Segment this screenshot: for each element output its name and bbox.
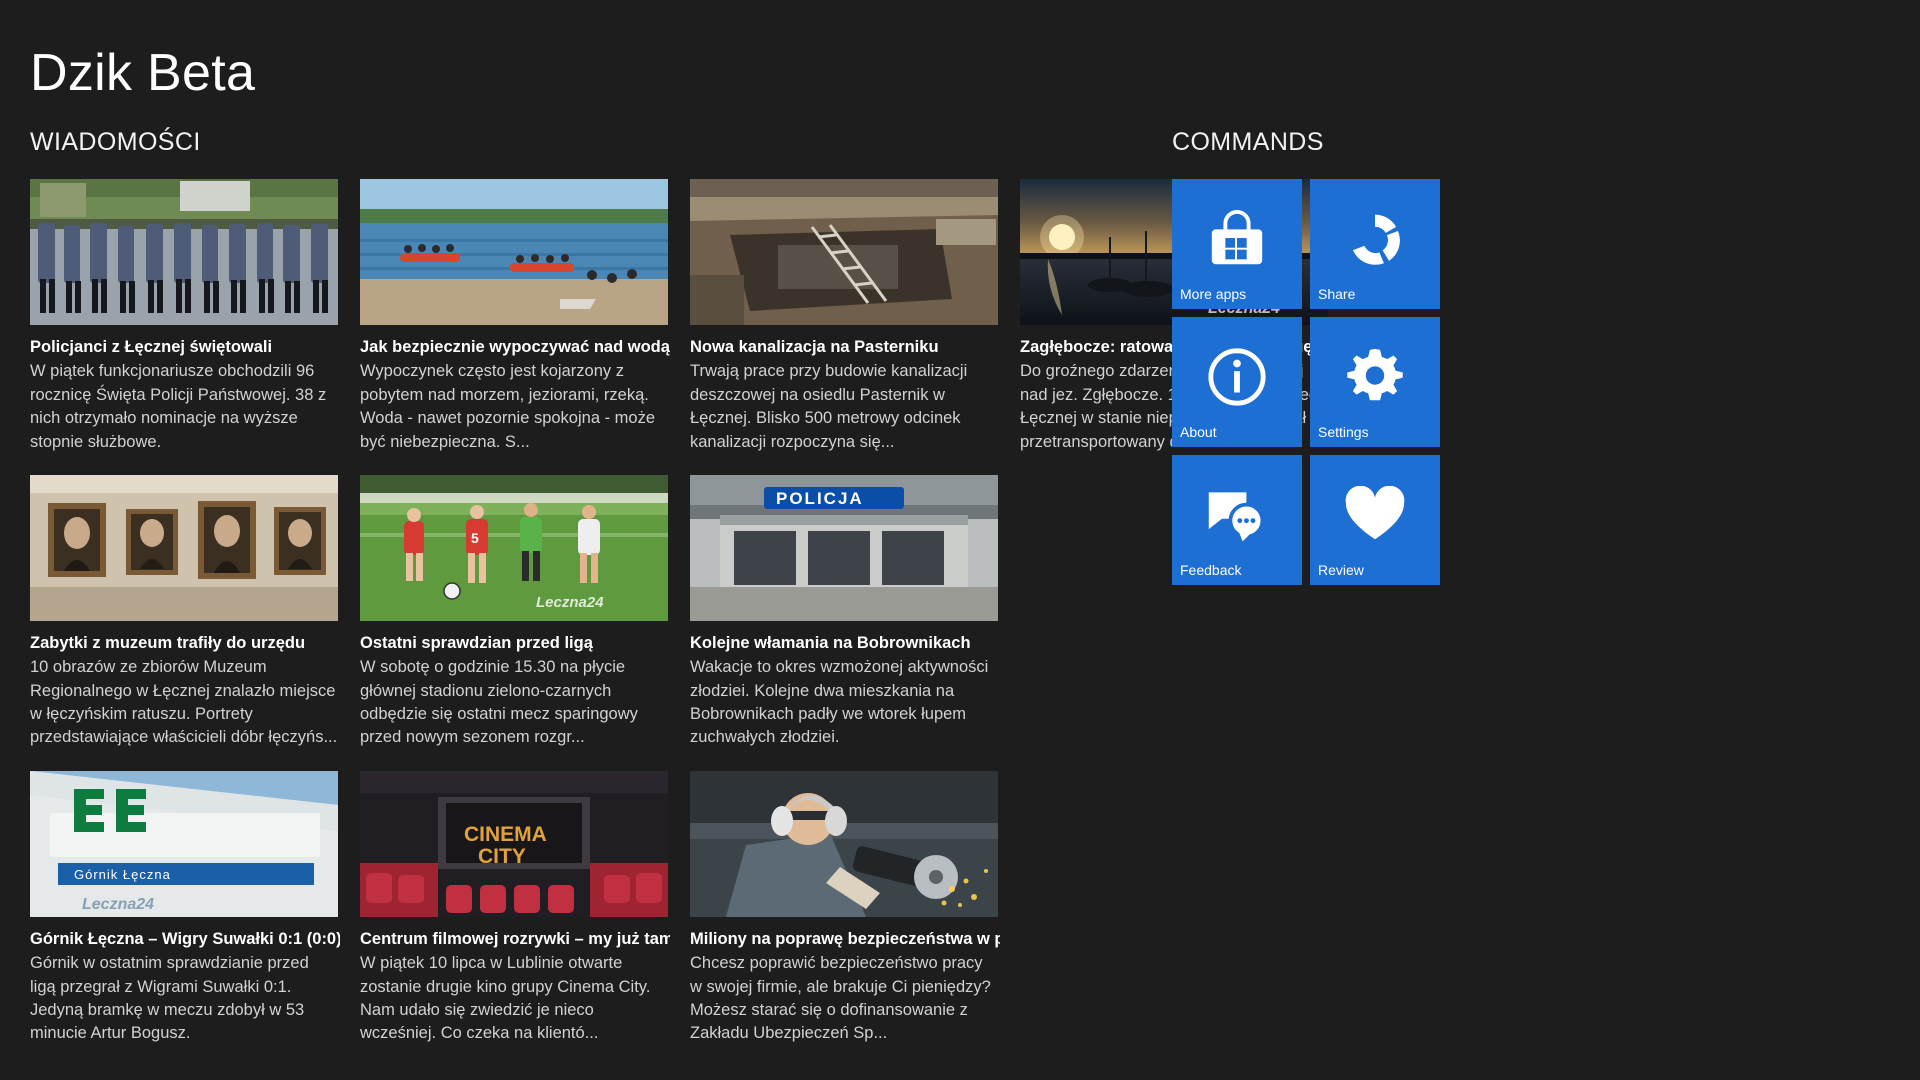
news-item-description: 10 obrazów ze zbiorów Muzeum Regionalneg…	[30, 658, 338, 747]
news-item-title: Policjanci z Łęcznej świętowali	[30, 338, 273, 356]
tile-label: More apps	[1180, 286, 1247, 303]
news-item-description: Wypoczynek często jest kojarzony z pobyt…	[360, 362, 656, 451]
gornik-sign-thumbnail[interactable]: Górnik Łęczna Leczna24	[30, 770, 338, 917]
news-item[interactable]: Jak bezpiecznie wypoczywać nad wodą? Wyp…	[360, 179, 690, 454]
news-item[interactable]: 5 Leczna24 Ostatni sprawdzian przed ligą…	[360, 474, 690, 750]
news-item[interactable]: Nowa kanalizacja na Pasterniku Trwają pr…	[690, 179, 1020, 454]
news-item-title: Zabytki z muzeum trafiły do urzędu	[30, 633, 306, 652]
news-item-description: Wakacje to okres wzmożonej aktywności zł…	[690, 658, 989, 747]
news-item-title: Jak bezpiecznie wypoczywać nad wodą?	[360, 338, 670, 356]
app-root: Dzik Beta WIADOMOŚCI Policjanci z Łęczne…	[0, 0, 1920, 1080]
commands-section: COMMANDS More apps Share About Settings …	[1172, 128, 1472, 585]
construction-trench-thumbnail[interactable]	[690, 179, 998, 325]
tile-label: About	[1180, 424, 1217, 441]
museum-paintings-thumbnail[interactable]	[30, 474, 338, 621]
lake-beach-thumbnail[interactable]	[360, 179, 668, 325]
commands-tile-grid: More apps Share About Settings Feedback …	[1172, 179, 1472, 585]
tile-settings[interactable]: Settings	[1310, 317, 1440, 447]
police-parade-thumbnail[interactable]	[30, 179, 338, 325]
page-title: Dzik Beta	[30, 44, 256, 102]
news-item-title: Nowa kanalizacja na Pasterniku	[690, 338, 939, 356]
news-item-description: W piątek 10 lipca w Lublinie otwarte zos…	[360, 954, 651, 1043]
news-item-description: Górnik w ostatnim sprawdzianie przed lig…	[30, 954, 309, 1043]
svg-text:CITY: CITY	[478, 845, 526, 868]
news-item-title: Górnik Łęczna – Wigry Suwałki 0:1 (0:0)	[30, 929, 340, 948]
news-item-description: Trwają prace przy budowie kanalizacji de…	[690, 362, 968, 451]
svg-text:Górnik Łęczna: Górnik Łęczna	[74, 867, 171, 882]
tile-about[interactable]: About	[1172, 317, 1302, 447]
news-item[interactable]: CINEMA CITY Centrum filmowej rozrywki – …	[360, 770, 690, 1046]
tile-feedback[interactable]: Feedback	[1172, 455, 1302, 585]
football-match-thumbnail[interactable]: 5 Leczna24	[360, 474, 668, 621]
news-item-title: Miliony na poprawę bezpieczeństwa w prac…	[690, 929, 1000, 948]
tile-share[interactable]: Share	[1310, 179, 1440, 309]
worker-grinder-thumbnail[interactable]	[690, 770, 998, 917]
commands-section-header: COMMANDS	[1172, 128, 1324, 156]
svg-text:Leczna24: Leczna24	[536, 594, 604, 611]
news-item[interactable]: POLICJA Kolejne włamania na Bobrownikach…	[690, 474, 1020, 750]
tile-label: Feedback	[1180, 562, 1242, 579]
svg-text:POLICJA: POLICJA	[776, 489, 864, 508]
cinema-city-thumbnail[interactable]: CINEMA CITY	[360, 770, 668, 917]
news-item[interactable]: Górnik Łęczna Leczna24 Górnik Łęczna – W…	[30, 770, 360, 1046]
svg-text:CINEMA: CINEMA	[464, 823, 547, 846]
tile-label: Review	[1318, 562, 1364, 579]
tile-label: Share	[1318, 286, 1356, 303]
tile-review[interactable]: Review	[1310, 455, 1440, 585]
news-item-title: Ostatni sprawdzian przed ligą	[360, 633, 593, 652]
news-item-title: Kolejne włamania na Bobrownikach	[690, 633, 971, 652]
news-item[interactable]: Zabytki z muzeum trafiły do urzędu 10 ob…	[30, 474, 360, 750]
news-item[interactable]: Policjanci z Łęcznej świętowali W piątek…	[30, 179, 360, 454]
news-item-description: Chcesz poprawić bezpieczeństwo pracy w s…	[690, 954, 991, 1043]
police-station-thumbnail[interactable]: POLICJA	[690, 474, 998, 621]
svg-text:Leczna24: Leczna24	[82, 896, 154, 913]
news-item-description: W sobotę o godzinie 15.30 na płycie głów…	[360, 658, 638, 747]
news-item-title: Centrum filmowej rozrywki – my już tam b…	[360, 929, 670, 948]
news-item-description: W piątek funkcjonariusze obchodzili 96 r…	[30, 362, 327, 451]
tile-more-apps[interactable]: More apps	[1172, 179, 1302, 309]
news-item[interactable]: Miliony na poprawę bezpieczeństwa w prac…	[690, 770, 1020, 1046]
svg-text:5: 5	[471, 530, 479, 546]
tile-label: Settings	[1318, 424, 1369, 441]
